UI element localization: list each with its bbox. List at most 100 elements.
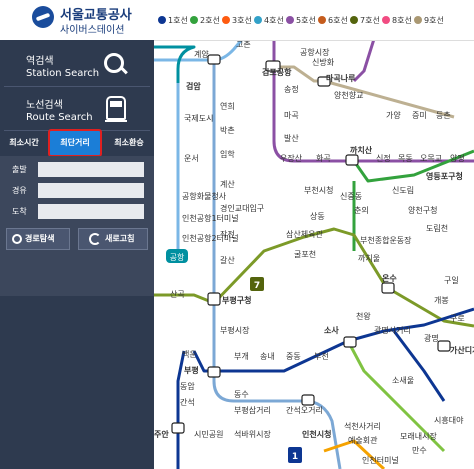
tab-fastest[interactable]: 최소시간 bbox=[4, 130, 44, 156]
line-tab-7[interactable]: 7호선 bbox=[350, 12, 382, 28]
label-chunui: 춘의 bbox=[354, 205, 369, 215]
station-search-label-en: Station Search bbox=[26, 68, 100, 79]
label-sinjung: 신중동 bbox=[340, 192, 362, 201]
label-dongsu: 동수 bbox=[234, 390, 249, 399]
label-incheon-t1: 인천공항1터미널 bbox=[182, 213, 239, 223]
airport-badge-label: 공항 bbox=[170, 253, 185, 262]
line-tab-label: 1호선 bbox=[168, 15, 188, 25]
line-tab-9[interactable]: 9호선 bbox=[414, 12, 446, 28]
line-5-main bbox=[272, 41, 474, 163]
station-search-label-ko: 역검색 bbox=[26, 56, 54, 67]
label-juan: 주안 bbox=[154, 429, 169, 439]
find-route-button[interactable]: 경로탐색 bbox=[6, 228, 70, 250]
label-dongam: 동암 bbox=[180, 381, 195, 391]
label-bugae: 부개 bbox=[234, 351, 249, 361]
label-guil: 구일 bbox=[444, 276, 459, 285]
label-bucheon: 부천 bbox=[314, 351, 329, 361]
label-jeungmi: 증미 bbox=[412, 111, 427, 120]
line-tab-8[interactable]: 8호선 bbox=[382, 12, 414, 28]
line-1-dot-icon bbox=[158, 16, 166, 24]
sidebar: 역검색 Station Search 노선검색 Route Search 최소시… bbox=[0, 40, 154, 469]
label-gyesan: 계산 bbox=[220, 179, 235, 189]
search-icon bbox=[104, 53, 124, 73]
route-search-label-ko: 노선검색 bbox=[26, 100, 63, 111]
tab-shortest[interactable]: 최단거리 bbox=[48, 129, 102, 157]
tab-min-transfer[interactable]: 최소환승 bbox=[106, 130, 152, 156]
find-route-label: 경로탐색 bbox=[25, 234, 55, 243]
label-guro: 구로 bbox=[450, 314, 465, 323]
line-9-dot-icon bbox=[414, 16, 422, 24]
line-tab-1[interactable]: 1호선 bbox=[158, 12, 190, 28]
departure-row: 출발 bbox=[12, 162, 146, 178]
label-jakjeon: 작전 bbox=[220, 229, 235, 239]
station-geomam bbox=[207, 54, 221, 65]
label-incheon-terminal: 인천터미널 bbox=[362, 455, 399, 465]
line-tab-label: 7호선 bbox=[360, 15, 380, 25]
line-tab-2[interactable]: 2호선 bbox=[190, 12, 222, 28]
label-cheonwang: 천왕 bbox=[356, 311, 371, 321]
label-bakchon: 박촌 bbox=[220, 125, 235, 135]
line-5 bbox=[352, 41, 375, 83]
label-sinbang: 신방화 bbox=[312, 57, 335, 67]
label-yangcheon: 양천향교 bbox=[334, 90, 363, 100]
label-airport-cargo: 공항화물청사 bbox=[182, 192, 227, 201]
label-youngdeungpo: 영등포구청 bbox=[426, 171, 463, 181]
via-input[interactable] bbox=[38, 183, 144, 198]
airport-teal-line bbox=[154, 45, 196, 83]
reset-button[interactable]: 새로고침 bbox=[78, 228, 148, 250]
label-airport-market: 공항시장 bbox=[300, 47, 330, 57]
arrival-label: 도착 bbox=[12, 207, 27, 216]
arrival-row: 도착 bbox=[12, 204, 146, 220]
line-tab-label: 4호선 bbox=[264, 15, 284, 25]
label-bucheon-stadium: 부천종합운동장 bbox=[360, 235, 412, 245]
subway-map[interactable]: 공항 7 1 계양 고촌 공항시장 신방화 검암 김포공항 마곡나루 양천향교 … bbox=[154, 41, 474, 469]
line-8-dot-icon bbox=[382, 16, 390, 24]
station-search-button[interactable]: 역검색 Station Search bbox=[4, 46, 150, 87]
label-mansu: 만수 bbox=[412, 446, 427, 455]
label-ganseok-o: 간석오거리 bbox=[286, 405, 323, 415]
label-yeonhui: 연희 bbox=[220, 101, 235, 111]
label-seokbawi: 석바위시장 bbox=[234, 429, 271, 439]
label-galsan: 갈산 bbox=[220, 255, 235, 265]
line-2-dot-icon bbox=[190, 16, 198, 24]
label-mokdong: 목동 bbox=[398, 154, 413, 163]
label-geomam: 검암 bbox=[186, 81, 201, 91]
label-bupyeong-sa: 부평삼거리 bbox=[234, 405, 271, 415]
route-search-button[interactable]: 노선검색 Route Search bbox=[4, 90, 150, 131]
line-tab-4[interactable]: 4호선 bbox=[254, 12, 286, 28]
label-simin-park: 시민공원 bbox=[194, 429, 223, 439]
label-bucheon-city: 부천시청 bbox=[304, 185, 333, 195]
label-bupyeong: 부평 bbox=[184, 365, 199, 375]
arrival-input[interactable] bbox=[38, 204, 144, 219]
station-gwangmyeong bbox=[437, 340, 451, 352]
seoul-metro-logo-icon[interactable] bbox=[32, 6, 54, 28]
label-gasan: 가산디지털단지 bbox=[450, 345, 474, 355]
station-bupyeong bbox=[207, 366, 221, 378]
label-gyeyang: 계양 bbox=[194, 49, 209, 59]
line-tab-3[interactable]: 3호선 bbox=[222, 12, 254, 28]
line-tab-6[interactable]: 6호선 bbox=[318, 12, 350, 28]
label-yangcheon-gu: 양천구청 bbox=[408, 205, 437, 215]
label-dorim: 도림천 bbox=[426, 223, 448, 233]
line-7-badge-label: 7 bbox=[254, 281, 260, 291]
departure-label: 출발 bbox=[12, 165, 27, 174]
label-bupyeong-gu: 부평구청 bbox=[222, 295, 251, 305]
label-gwangmyeong: 광명 bbox=[424, 333, 439, 343]
station-kkachisan bbox=[345, 154, 359, 166]
line-1-badge-label: 1 bbox=[292, 452, 298, 462]
train-icon bbox=[105, 96, 127, 122]
label-gimpo-airport: 김포공항 bbox=[262, 67, 292, 77]
line-7 bbox=[154, 227, 474, 328]
brand-subtitle: 사이버스테이션 bbox=[60, 25, 125, 36]
line-9 bbox=[274, 65, 455, 119]
label-sangok: 산곡 bbox=[170, 289, 185, 299]
label-yangpyeong: 양평 bbox=[450, 153, 465, 163]
label-ujangsan: 우장산 bbox=[280, 153, 303, 163]
label-unseo: 운서 bbox=[184, 154, 199, 163]
label-gayang: 가양 bbox=[386, 111, 401, 120]
departure-input[interactable] bbox=[38, 162, 144, 177]
station-sosa bbox=[343, 336, 357, 348]
line-tab-5[interactable]: 5호선 bbox=[286, 12, 318, 28]
station-juan bbox=[171, 422, 185, 434]
label-gaebong: 개봉 bbox=[434, 295, 449, 305]
